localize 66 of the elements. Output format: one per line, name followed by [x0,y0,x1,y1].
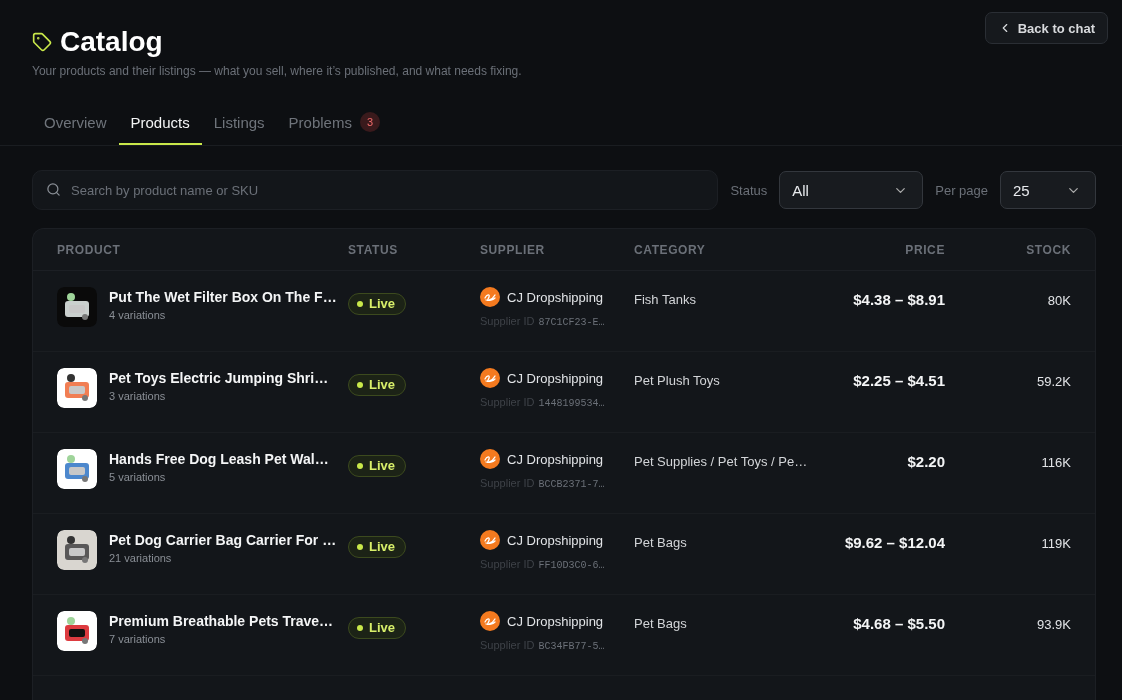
category-text: Pet Bags [634,535,688,550]
category-text: Pet Bags [634,616,688,631]
status-badge: Live [348,374,406,396]
category-text: Fish Tanks [634,292,697,307]
supplier-name: CJ Dropshipping [507,613,604,629]
per-page-label: Per page [935,182,988,198]
page-subtitle: Your products and their listings — what you sell, where it’s published, and what needs fixing. [32,64,522,78]
column-header: PRICE [904,242,945,257]
per-page-select[interactable]: 25 [1000,171,1096,209]
column-header: STOCK [1025,242,1071,257]
product-name: Pet Toys Electric Jumping Shri… [109,370,329,386]
status-select[interactable]: All [779,171,924,209]
category-text: Pet Supplies / Pet Toys / Pe… [634,454,804,469]
supplier-name: CJ Dropshipping [507,370,604,386]
variation-count: 3 variations [109,390,167,402]
page-title: Catalog [60,26,163,58]
stock-count: 116K [1040,455,1071,470]
column-header: STATUS [348,242,399,257]
tab[interactable]: Problems 3 [276,104,392,145]
stock-count: 93.9K [1036,617,1071,632]
category-text: Pet Plush Toys [634,373,721,388]
variation-count: 4 variations [109,309,167,321]
supplier-logo-icon [480,611,500,631]
supplier-name: CJ Dropshipping [507,532,604,548]
supplier-id: BCCB2371-7… [538,479,605,490]
status-badge: Live [348,617,406,639]
status-badge: Live [348,455,406,477]
price-text: $4.68 – $5.50 [852,615,945,632]
back-button[interactable]: Back to chat [984,12,1108,44]
column-header: SUPPLIER [480,242,546,257]
supplier-logo-icon [480,287,500,307]
stock-count: 80K [1046,293,1071,308]
supplier-id: 1448199534… [538,398,605,409]
status-badge: Live [348,293,406,315]
tab[interactable]: Products [118,104,202,145]
price-text: $2.20 [906,453,945,470]
price-text: $4.38 – $8.91 [852,291,945,308]
supplier-id: FF10D3C0-6… [538,560,605,571]
tag-icon [32,32,52,52]
variation-count: 21 variations [109,552,173,564]
search-icon [46,182,61,197]
tab[interactable]: Listings [201,104,277,145]
status-label: Status [730,182,768,198]
supplier-id: 87C1CF23-E… [538,317,605,328]
count-badge: 3 [359,112,380,132]
supplier-name: CJ Dropshipping [507,289,604,305]
variation-count: 5 variations [109,471,167,483]
tab[interactable]: Overview [32,104,119,145]
supplier-name: CJ Dropshipping [507,451,604,467]
supplier-logo-icon [480,530,500,550]
variation-count: 7 variations [109,633,167,645]
column-header: CATEGORY [634,242,707,257]
stock-count: 59.2K [1036,374,1071,389]
price-text: $2.25 – $4.51 [852,372,945,389]
supplier-logo-icon [480,368,500,388]
status-badge: Live [348,536,406,558]
supplier-id: BC34FB77-5… [538,641,605,652]
product-name: Put The Wet Filter Box On The F… [109,289,337,305]
column-header: PRODUCT [57,242,122,257]
stock-count: 119K [1040,536,1071,551]
product-name: Premium Breathable Pets Trave… [109,613,334,629]
supplier-logo-icon [480,449,500,469]
product-name: Pet Dog Carrier Bag Carrier For … [109,532,337,548]
product-name: Hands Free Dog Leash Pet Wal… [109,451,329,467]
price-text: $9.62 – $12.04 [843,534,945,551]
search-field[interactable]: Search by product name or SKU [32,170,719,210]
